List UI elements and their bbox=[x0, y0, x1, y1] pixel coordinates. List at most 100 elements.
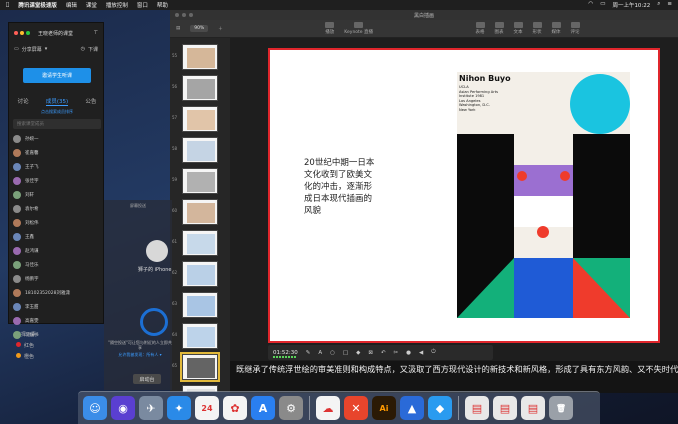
play-button[interactable]: 播放 bbox=[325, 22, 335, 35]
member-item[interactable]: 赵鸿谦 bbox=[13, 244, 101, 258]
close-dot[interactable] bbox=[14, 31, 18, 35]
share-screen-button[interactable]: 分享屏幕 bbox=[22, 46, 42, 53]
scissors-icon[interactable]: ✂ bbox=[394, 350, 399, 356]
slide-thumbnail[interactable]: 62 bbox=[172, 261, 218, 287]
slide-thumbnail[interactable]: 59 bbox=[172, 168, 218, 194]
slide-thumbnail[interactable]: 55 bbox=[172, 44, 218, 70]
circle-tool-icon[interactable]: ○ bbox=[330, 350, 335, 356]
delete-icon[interactable]: ⊠ bbox=[368, 350, 373, 356]
launchpad-button[interactable]: 启动台 bbox=[133, 374, 161, 384]
zoom-dot[interactable] bbox=[189, 13, 193, 17]
member-item[interactable]: 王鑫 bbox=[13, 230, 101, 244]
minimize-dot[interactable] bbox=[182, 13, 186, 17]
member-item[interactable]: 李玉甜 bbox=[13, 300, 101, 314]
text-button[interactable]: 文本 bbox=[513, 22, 523, 35]
close-dot[interactable] bbox=[175, 13, 179, 17]
menu-edit[interactable]: 编辑 bbox=[66, 1, 77, 9]
slide-navigator[interactable]: 555657585960616263646566 bbox=[170, 38, 230, 392]
battery-icon[interactable]: ▭ bbox=[600, 1, 605, 9]
member-item[interactable]: 张佳宇 bbox=[13, 174, 101, 188]
file-icon[interactable]: ▤ bbox=[465, 396, 489, 420]
member-item[interactable]: 孙婉一 bbox=[13, 132, 101, 146]
airdrop-discoverable-link[interactable]: 允许我被发现：所有人 ▾ bbox=[108, 352, 172, 358]
member-search-input[interactable]: 搜索课堂成员 bbox=[13, 119, 101, 129]
file-icon[interactable]: ▤ bbox=[521, 396, 545, 420]
member-item[interactable]: 18102352028刘雅潇 bbox=[13, 286, 101, 300]
xmind-icon[interactable]: ✕ bbox=[344, 396, 368, 420]
view-menu-icon[interactable]: ▤ bbox=[176, 26, 180, 31]
photos-icon[interactable]: ✿ bbox=[223, 396, 247, 420]
comment-button[interactable]: 评论 bbox=[570, 22, 580, 35]
member-sort-hint[interactable]: 点击搜索成员排序 bbox=[9, 109, 105, 115]
search-icon[interactable]: ⌕ bbox=[657, 1, 660, 9]
slide-thumbnail[interactable]: 58 bbox=[172, 137, 218, 163]
member-item[interactable]: 刘轩 bbox=[13, 188, 101, 202]
pin-icon[interactable]: ⊤ bbox=[94, 30, 98, 36]
menu-help[interactable]: 帮助 bbox=[157, 1, 168, 9]
slide-thumbnail[interactable]: 56 bbox=[172, 75, 218, 101]
tab-announcement[interactable]: 公告 bbox=[85, 97, 96, 106]
member-list[interactable]: 孙婉一 崔嘉馨 王子飞 张佳宇 刘轩 袁尔希 刘松伟 王鑫 赵鸿谦 马佳乐 杨鹏宇 181023520… bbox=[13, 132, 101, 342]
menu-playback[interactable]: 播放控制 bbox=[106, 1, 128, 9]
speaker-icon[interactable]: ◀ bbox=[419, 350, 423, 356]
appstore-icon[interactable]: A bbox=[251, 396, 275, 420]
slide-body-text[interactable]: 20世纪中期一日本文化收到了欧美文化的冲击，逐渐形成日本现代插画的风貌 bbox=[304, 157, 378, 217]
member-item[interactable]: 王子飞 bbox=[13, 160, 101, 174]
media-button[interactable]: 媒体 bbox=[551, 22, 561, 35]
slide-thumbnail[interactable]: 63 bbox=[172, 292, 218, 318]
clock[interactable]: 周一上午10:22 bbox=[612, 1, 650, 9]
slide-thumbnail[interactable]: 60 bbox=[172, 199, 218, 225]
slide-thumbnail[interactable]: 65 bbox=[172, 352, 220, 382]
tab-members[interactable]: 成员(35) bbox=[45, 97, 69, 106]
chart-button[interactable]: 图表 bbox=[494, 22, 504, 35]
siri-icon[interactable]: ◉ bbox=[111, 396, 135, 420]
color-orange[interactable]: 橙色 bbox=[24, 354, 34, 360]
eraser-icon[interactable]: ◆ bbox=[356, 350, 360, 356]
zoom-dot[interactable] bbox=[26, 31, 30, 35]
tencent-class-icon[interactable]: ◆ bbox=[428, 396, 452, 420]
member-item[interactable]: 高嘉雯 bbox=[13, 314, 101, 328]
member-item[interactable]: 马振书 bbox=[13, 328, 101, 342]
apple-icon[interactable]:  bbox=[6, 2, 9, 8]
illustrator-icon[interactable]: Ai bbox=[372, 396, 396, 420]
invite-students-button[interactable]: 邀请学生听课 bbox=[23, 68, 91, 83]
member-item[interactable]: 杨鹏宇 bbox=[13, 272, 101, 286]
menu-class[interactable]: 课堂 bbox=[86, 1, 97, 9]
text-tool-icon[interactable]: A bbox=[318, 350, 322, 356]
menu-list-icon[interactable]: ≡ bbox=[667, 1, 672, 9]
file-icon[interactable]: ▤ bbox=[493, 396, 517, 420]
iphone-avatar[interactable] bbox=[146, 240, 168, 262]
rect-tool-icon[interactable]: □ bbox=[343, 350, 348, 356]
member-item[interactable]: 刘松伟 bbox=[13, 216, 101, 230]
wifi-icon[interactable]: ◠ bbox=[588, 1, 593, 9]
color-red[interactable]: 红色 bbox=[24, 343, 34, 349]
calendar-icon[interactable]: 24 bbox=[195, 396, 219, 420]
mic-icon[interactable]: ● bbox=[406, 350, 411, 356]
finder-icon[interactable]: ☺ bbox=[83, 396, 107, 420]
slide-thumbnail[interactable]: 64 bbox=[172, 323, 218, 349]
power-icon[interactable]: ⏻ bbox=[431, 349, 435, 356]
member-item[interactable]: 袁尔希 bbox=[13, 202, 101, 216]
menu-app-name[interactable]: 腾讯课堂极速版 bbox=[18, 1, 57, 9]
minimize-dot[interactable] bbox=[20, 31, 24, 35]
keynote-live-button[interactable]: Keynote 直播 bbox=[344, 22, 373, 35]
zoom-select[interactable]: 90% bbox=[190, 25, 209, 32]
launchpad-icon[interactable]: ✈ bbox=[139, 396, 163, 420]
baidu-cloud-icon[interactable]: ☁ bbox=[316, 396, 340, 420]
add-slide-icon[interactable]: ＋ bbox=[218, 26, 223, 32]
menu-window[interactable]: 窗口 bbox=[137, 1, 148, 9]
undo-icon[interactable]: ↶ bbox=[381, 350, 386, 356]
slide-thumbnail[interactable]: 61 bbox=[172, 230, 218, 256]
settings-icon[interactable]: ⚙ bbox=[279, 396, 303, 420]
trash-icon[interactable]: 🗑 bbox=[549, 396, 573, 420]
poster-image[interactable]: Nihon Buyo UCLA Asian Performing Arts Inst… bbox=[457, 72, 630, 318]
table-button[interactable]: 表格 bbox=[475, 22, 485, 35]
pen-icon[interactable]: ✎ bbox=[306, 350, 311, 356]
chevron-down-icon[interactable]: ▾ bbox=[45, 46, 48, 52]
keynote-icon[interactable]: ▲ bbox=[400, 396, 424, 420]
member-item[interactable]: 崔嘉馨 bbox=[13, 146, 101, 160]
shape-button[interactable]: 形状 bbox=[532, 22, 542, 35]
tab-discussion[interactable]: 讨论 bbox=[18, 97, 29, 106]
slide-thumbnail[interactable]: 57 bbox=[172, 106, 218, 132]
end-class-button[interactable]: 下课 bbox=[88, 46, 98, 53]
